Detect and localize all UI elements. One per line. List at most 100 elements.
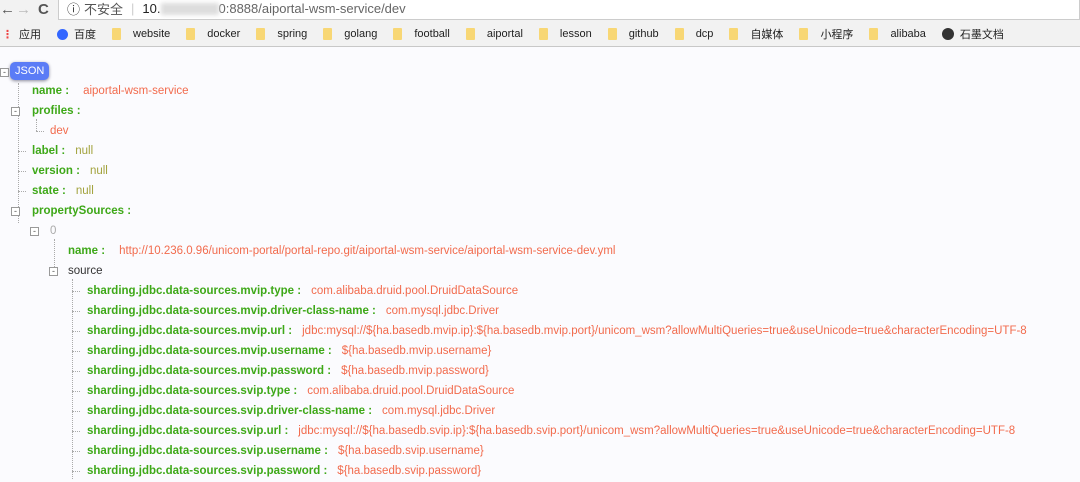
forward-button[interactable]: →	[16, 1, 31, 18]
collapse-root-toggle[interactable]: -	[0, 68, 9, 77]
source-field: sharding.jdbc.data-sources.svip.username…	[87, 443, 484, 459]
field-profiles: profiles :	[32, 105, 81, 117]
source-value: com.alibaba.druid.pool.DruidDataSource	[311, 285, 519, 297]
source-field: sharding.jdbc.data-sources.mvip.username…	[87, 343, 491, 359]
source-field: sharding.jdbc.data-sources.mvip.driver-c…	[87, 303, 499, 319]
source-key: sharding.jdbc.data-sources.svip.url :	[87, 425, 289, 437]
collapse-source-toggle[interactable]: -	[49, 267, 58, 276]
field-state: state : null	[32, 185, 94, 197]
shimo-icon	[941, 28, 954, 40]
folder-icon	[256, 28, 266, 40]
source-key: sharding.jdbc.data-sources.svip.driver-c…	[87, 405, 373, 417]
bookmarks-bar: ⋮ 应用 百度 website docker spring golang football ai…	[0, 22, 1080, 47]
bookmark-item[interactable]: github	[607, 28, 659, 40]
json-badge: JSON	[10, 62, 50, 80]
bookmark-label: 石墨文档	[959, 29, 1004, 41]
source-key: sharding.jdbc.data-sources.mvip.username…	[87, 345, 332, 357]
baidu-icon	[57, 28, 68, 40]
bookmark-item[interactable]: 自媒体	[729, 26, 783, 42]
bookmark-label: website	[133, 28, 171, 40]
source-key: sharding.jdbc.data-sources.mvip.driver-c…	[87, 305, 376, 317]
bookmark-item[interactable]: 百度	[57, 26, 96, 42]
url-host: 10.	[142, 1, 161, 16]
bookmark-label: spring	[277, 28, 308, 40]
folder-icon	[112, 28, 121, 40]
bookmark-label: aiportal	[486, 28, 523, 40]
source-value: ${ha.basedb.mvip.username}	[341, 345, 492, 357]
collapse-propertysources-toggle[interactable]: -	[11, 207, 20, 216]
bookmark-item[interactable]: docker	[186, 28, 240, 40]
bookmark-item[interactable]: spring	[256, 28, 307, 40]
array-index: 0	[50, 225, 57, 237]
source-key: sharding.jdbc.data-sources.mvip.type :	[87, 285, 302, 297]
field-label: label : null	[32, 145, 94, 157]
address-bar[interactable]: ⓘ 不安全 | 10. 0:8888/aiportal-wsm-service/…	[58, 0, 1080, 20]
source-key: sharding.jdbc.data-sources.mvip.password…	[87, 365, 332, 377]
field-source: source	[68, 265, 103, 277]
source-field: sharding.jdbc.data-sources.svip.type : co…	[87, 383, 514, 399]
source-key: sharding.jdbc.data-sources.svip.username…	[87, 445, 328, 457]
redacted-ip	[160, 2, 219, 15]
source-key: sharding.jdbc.data-sources.svip.password…	[87, 465, 328, 477]
source-field: sharding.jdbc.data-sources.svip.url : jdb…	[87, 423, 1015, 439]
collapse-index-0-toggle[interactable]: -	[30, 227, 39, 236]
bookmark-item[interactable]: alibaba	[869, 28, 926, 40]
source-value: com.mysql.jdbc.Driver	[382, 405, 496, 417]
bookmark-item[interactable]: 小程序	[799, 26, 853, 42]
bookmark-item[interactable]: lesson	[538, 28, 592, 40]
folder-icon	[799, 28, 809, 40]
bookmark-item[interactable]: dcp	[674, 28, 714, 40]
bookmark-item[interactable]: website	[112, 28, 170, 40]
collapse-profiles-toggle[interactable]: -	[11, 107, 20, 116]
folder-icon	[323, 28, 333, 40]
bookmark-label: 小程序	[820, 29, 854, 41]
source-value: com.mysql.jdbc.Driver	[385, 305, 499, 317]
security-label: 不安全	[84, 2, 124, 17]
bookmark-label: football	[414, 28, 450, 40]
source-value: ${ha.basedb.svip.username}	[337, 445, 484, 457]
folder-icon	[869, 28, 879, 40]
source-value: jdbc:mysql://${ha.basedb.svip.ip}:${ha.b…	[298, 425, 1016, 437]
folder-icon	[393, 28, 403, 40]
bookmark-label: golang	[344, 28, 378, 40]
field-propertysources: propertySources :	[32, 205, 132, 217]
bookmark-item[interactable]: aiportal	[465, 28, 523, 40]
apps-icon: ⋮	[2, 28, 13, 41]
bookmark-label: 应用	[19, 29, 41, 41]
source-key: sharding.jdbc.data-sources.svip.type :	[87, 385, 298, 397]
folder-icon	[186, 28, 196, 40]
folder-icon	[607, 28, 617, 40]
source-key: sharding.jdbc.data-sources.mvip.url :	[87, 325, 293, 337]
json-viewer: - JSON name : aiportal-wsm-service - prof…	[0, 47, 1080, 482]
bookmark-item[interactable]: ⋮ 应用	[2, 26, 41, 42]
back-button[interactable]: ←	[0, 1, 15, 18]
source-field: sharding.jdbc.data-sources.svip.driver-c…	[87, 403, 495, 419]
bookmark-label: github	[628, 28, 659, 40]
source-field: sharding.jdbc.data-sources.mvip.password…	[87, 363, 489, 379]
source-value: jdbc:mysql://${ha.basedb.mvip.ip}:${ha.b…	[302, 325, 1027, 337]
field-version: version : null	[32, 165, 108, 177]
source-field: sharding.jdbc.data-sources.svip.password…	[87, 463, 481, 479]
bookmark-label: 自媒体	[750, 29, 784, 41]
source-field: sharding.jdbc.data-sources.mvip.url : jdb…	[87, 323, 1027, 339]
field-name: name : aiportal-wsm-service	[32, 85, 189, 97]
bookmark-label: alibaba	[890, 28, 926, 40]
bookmark-item[interactable]: 石墨文档	[941, 26, 1004, 42]
folder-icon	[729, 28, 739, 40]
field-ps-name: name : http://10.236.0.96/unicom-portal/p…	[68, 245, 616, 257]
bookmark-item[interactable]: football	[393, 28, 450, 40]
folder-icon	[538, 28, 548, 40]
bookmark-item[interactable]: golang	[323, 28, 377, 40]
bookmark-label: 百度	[74, 29, 96, 41]
bookmark-label: docker	[207, 28, 241, 40]
info-icon[interactable]: ⓘ	[67, 0, 80, 18]
url-path: 0:8888/aiportal-wsm-service/dev	[218, 1, 406, 16]
source-value: ${ha.basedb.mvip.password}	[341, 365, 489, 377]
source-field: sharding.jdbc.data-sources.mvip.type : co…	[87, 283, 518, 299]
bookmark-label: lesson	[559, 28, 592, 40]
reload-button[interactable]: C	[38, 1, 49, 18]
bookmark-label: dcp	[695, 28, 714, 40]
browser-toolbar: ← → C ⓘ 不安全 | 10. 0:8888/aiportal-wsm-se…	[0, 0, 1080, 22]
folder-icon	[674, 28, 684, 40]
source-value: com.alibaba.druid.pool.DruidDataSource	[307, 385, 515, 397]
